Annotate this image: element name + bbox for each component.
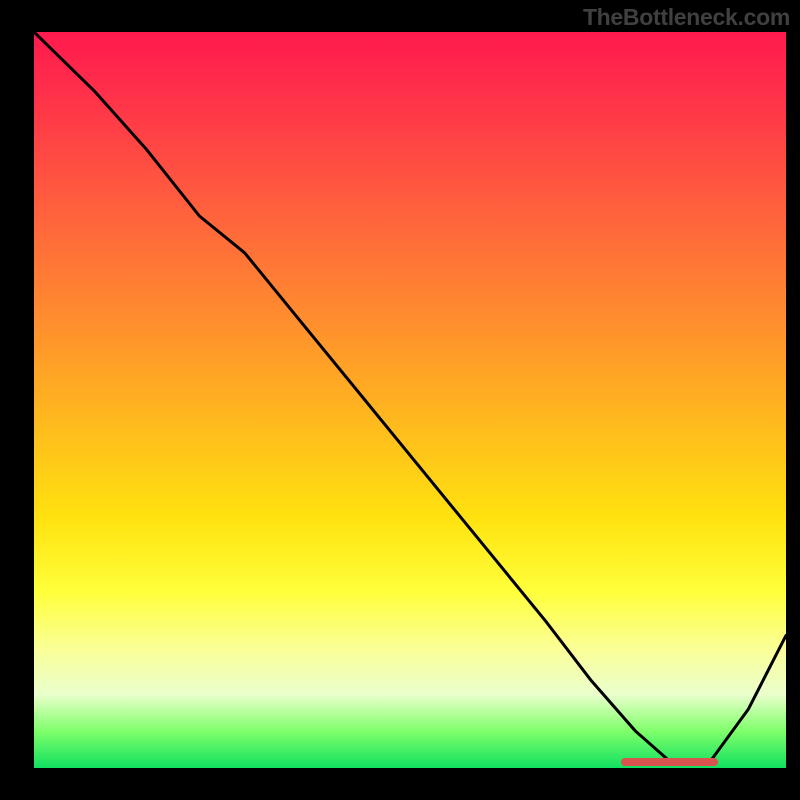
watermark-text: TheBottleneck.com — [583, 4, 790, 31]
gradient-background — [34, 32, 786, 768]
highlight-marker — [621, 758, 719, 766]
plot-area — [34, 32, 786, 768]
chart-container: TheBottleneck.com — [0, 0, 800, 800]
